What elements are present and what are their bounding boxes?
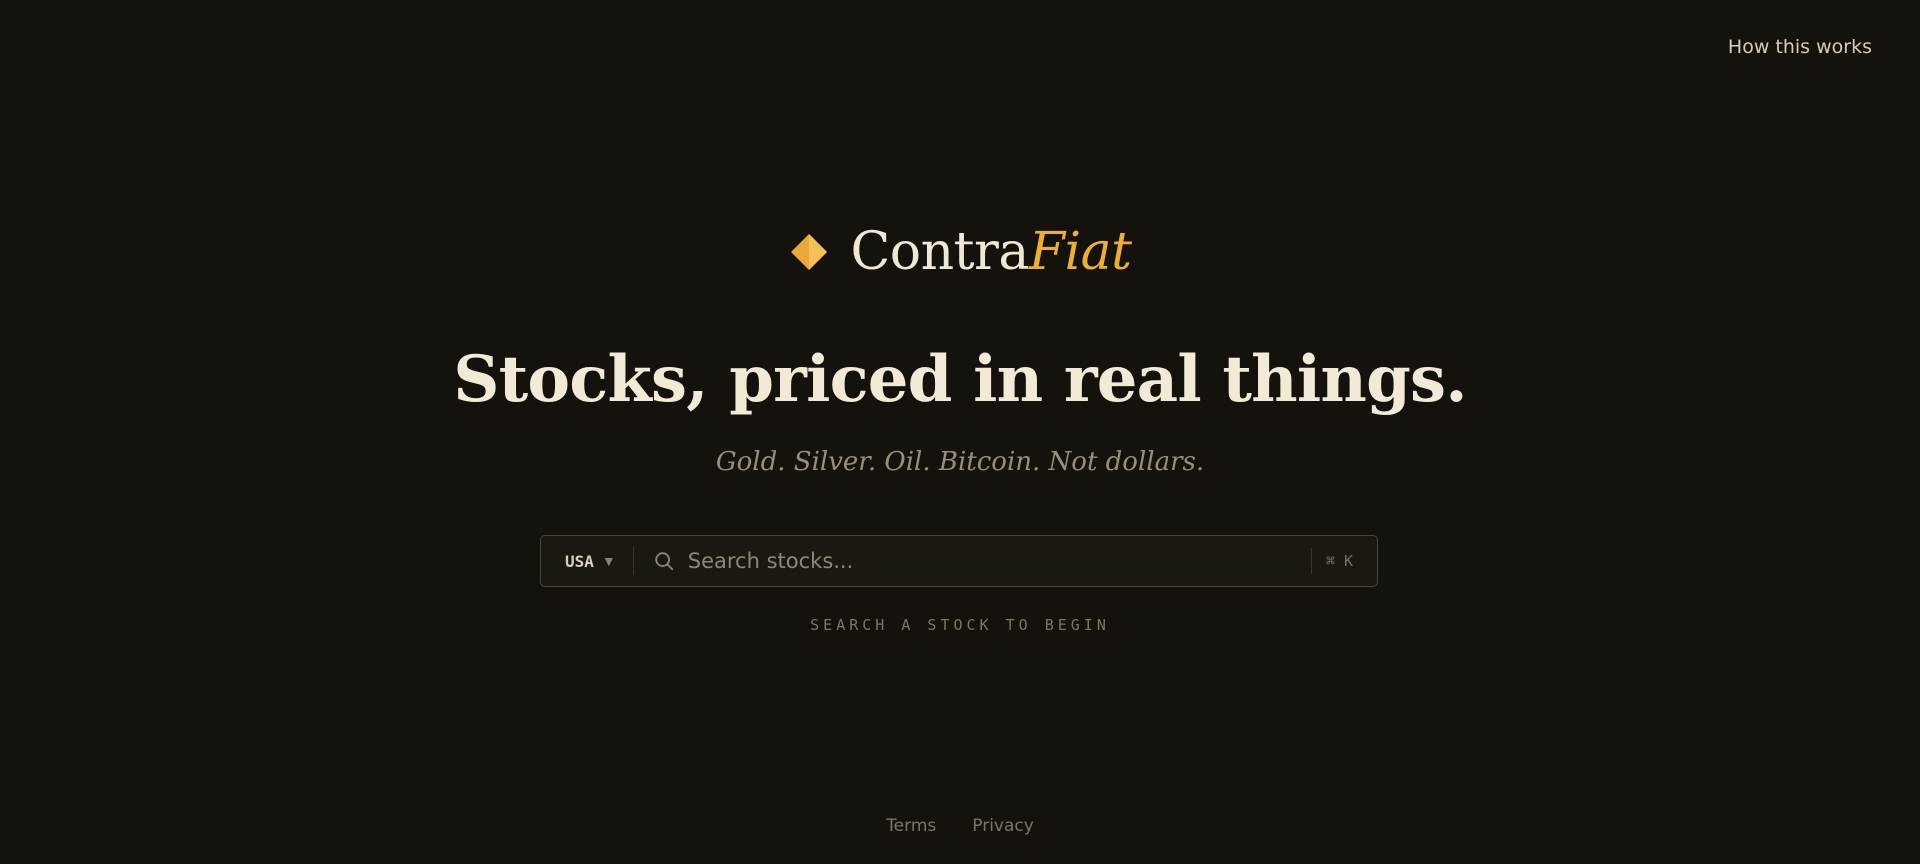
hero-headline: Stocks, priced in real things.	[453, 342, 1467, 417]
chevron-down-icon: ▼	[601, 553, 616, 569]
market-selector[interactable]: USA ▼	[541, 547, 634, 575]
search-icon	[655, 552, 673, 571]
footer: Terms Privacy	[0, 816, 1920, 836]
keyboard-shortcut-hint: ⌘ K	[1310, 548, 1377, 574]
market-selector-value: USA	[565, 551, 594, 571]
search-hint: SEARCH A STOCK TO BEGIN	[810, 616, 1110, 634]
how-this-works-link[interactable]: How this works	[1728, 36, 1872, 58]
brand-wordmark: ContraFiat	[851, 226, 1132, 278]
hero-subheadline: Gold. Silver. Oil. Bitcoin. Not dollars.	[715, 447, 1205, 477]
landing-page: How this works ContraFiat Stocks, priced…	[0, 0, 1920, 864]
terms-link[interactable]: Terms	[886, 816, 936, 836]
privacy-link[interactable]: Privacy	[972, 816, 1034, 836]
brand-name-primary: Contra	[850, 222, 1030, 282]
diamond-icon	[790, 234, 827, 270]
brand-logo[interactable]: ContraFiat	[0, 226, 1920, 278]
brand-name-accent: Fiat	[1028, 222, 1132, 282]
top-nav: How this works	[1728, 36, 1872, 58]
search-input[interactable]	[687, 536, 1311, 586]
stock-search-bar: USA ▼ ⌘ K	[540, 535, 1378, 587]
